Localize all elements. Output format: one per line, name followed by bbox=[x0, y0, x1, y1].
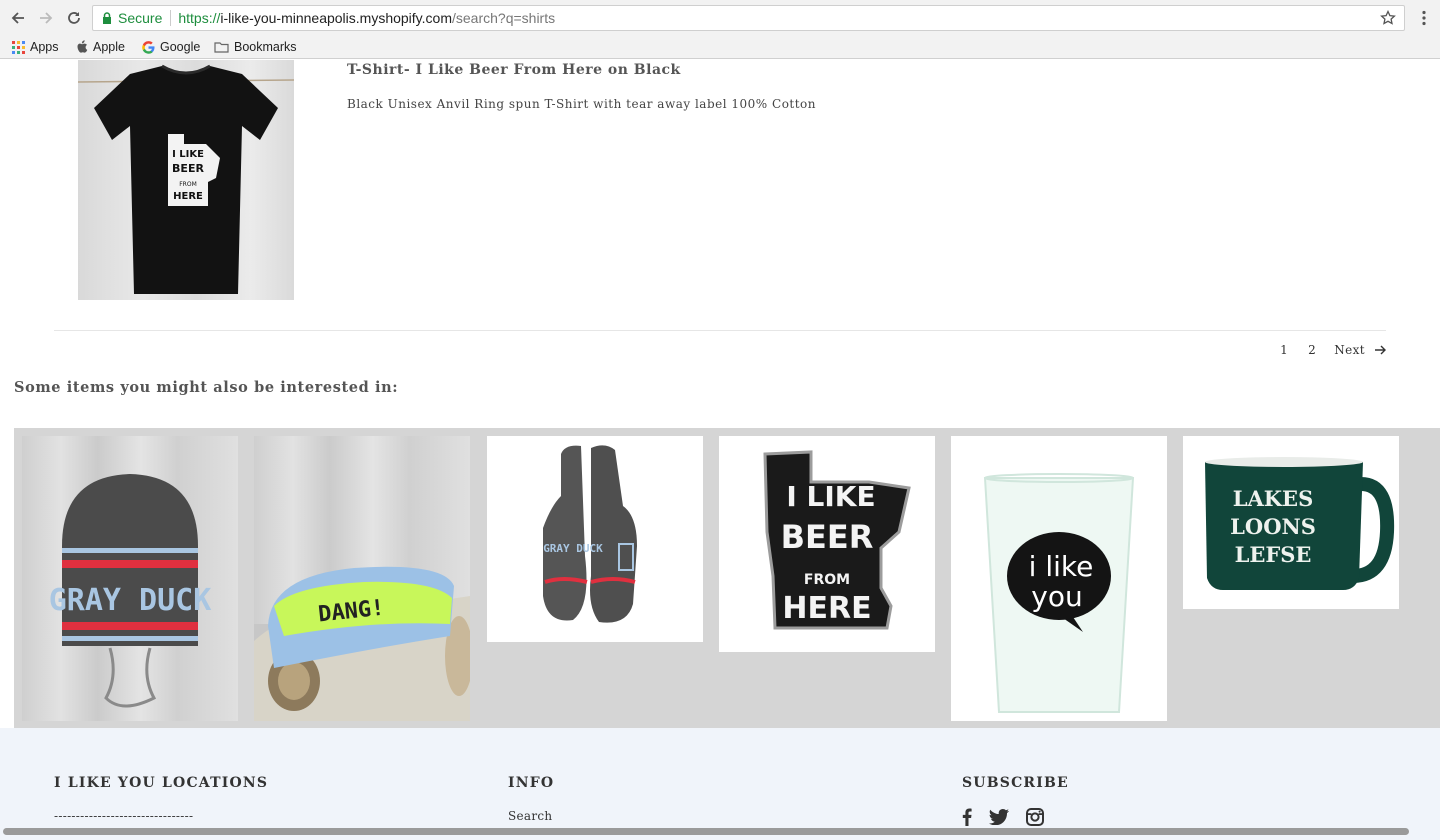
mittens-text: GRAY DUCK bbox=[543, 542, 603, 555]
shirt-text-line-2: BEER bbox=[172, 162, 204, 175]
horizontal-scrollbar[interactable] bbox=[3, 828, 1409, 835]
folder-icon bbox=[214, 42, 229, 53]
product-title-link[interactable]: T-Shirt- I Like Beer From Here on Black bbox=[347, 62, 681, 78]
reload-icon bbox=[68, 12, 80, 24]
site-footer: I LIKE YOU LOCATIONS -------------------… bbox=[0, 728, 1440, 840]
product-card-mug[interactable]: LAKES LOONS LEFSE bbox=[1183, 436, 1399, 609]
back-arrow-icon bbox=[11, 12, 24, 24]
mug-text-line-2: LOONS bbox=[1230, 514, 1316, 539]
arrow-right-icon bbox=[1375, 345, 1386, 355]
product-card-pint-glass[interactable]: i like you bbox=[951, 436, 1167, 721]
glass-text-line-1: i like bbox=[1029, 550, 1094, 583]
apple-logo-icon bbox=[77, 40, 88, 53]
lock-icon bbox=[102, 12, 112, 24]
recommendations-heading: Some items you might also be interested … bbox=[14, 379, 399, 396]
i-like-beer-patch-image: I LIKE BEER FROM HERE bbox=[763, 450, 911, 630]
bookmark-label: Apple bbox=[93, 40, 125, 54]
subscribe-heading: SUBSCRIBE bbox=[962, 775, 1069, 791]
bookmark-star-icon[interactable] bbox=[1380, 10, 1396, 26]
gray-duck-beanie-image: GRAY DUCK bbox=[49, 474, 212, 708]
browser-toolbar: Secure https://i-like-you-minneapolis.my… bbox=[0, 0, 1440, 36]
i-like-you-pint-glass-image: i like you bbox=[983, 473, 1135, 713]
footer-info: INFO Search bbox=[508, 775, 554, 823]
info-heading: INFO bbox=[508, 775, 555, 791]
bookmark-label: Bookmarks bbox=[234, 40, 297, 54]
bookmark-google[interactable]: Google bbox=[142, 39, 200, 55]
page-link-2[interactable]: 2 bbox=[1308, 343, 1316, 357]
product-description: Black Unisex Anvil Ring spun T-Shirt wit… bbox=[347, 97, 817, 111]
bookmark-apps[interactable]: Apps bbox=[12, 39, 59, 55]
patch-text-line-4: HERE bbox=[782, 591, 871, 626]
bookmarks-bar: Apps Apple Google Bookmarks bbox=[0, 36, 1440, 59]
address-bar[interactable]: Secure https://i-like-you-minneapolis.my… bbox=[92, 5, 1405, 31]
bookmark-apple[interactable]: Apple bbox=[76, 39, 125, 55]
url-path: /search?q=shirts bbox=[452, 10, 556, 26]
google-logo-icon bbox=[142, 40, 155, 54]
forward-arrow-icon bbox=[40, 12, 53, 24]
locations-divider: -------------------------------- bbox=[54, 809, 194, 823]
twitter-icon[interactable] bbox=[989, 809, 1009, 825]
page-link-1[interactable]: 1 bbox=[1280, 343, 1288, 357]
product-card-beanie[interactable]: GRAY DUCK bbox=[22, 436, 238, 721]
shirt-text-line-4: HERE bbox=[173, 191, 203, 202]
mug-text-line-1: LAKES bbox=[1233, 486, 1313, 511]
patch-text-line-2: BEER bbox=[781, 518, 874, 556]
shirt-text-line-1: I LIKE bbox=[172, 149, 204, 160]
mug-text-line-3: LEFSE bbox=[1235, 542, 1312, 567]
reload-button[interactable] bbox=[63, 7, 85, 29]
bookmark-folder[interactable]: Bookmarks bbox=[214, 39, 297, 55]
facebook-icon[interactable] bbox=[962, 808, 972, 826]
patch-text-line-3: FROM bbox=[804, 572, 850, 588]
patch-text-line-1: I LIKE bbox=[786, 480, 875, 513]
product-card-mittens[interactable]: GRAY DUCK bbox=[487, 436, 703, 642]
social-links bbox=[962, 808, 1069, 826]
product-card-patch[interactable]: I LIKE BEER FROM HERE bbox=[719, 436, 935, 652]
gray-duck-mittens-image: GRAY DUCK bbox=[543, 445, 637, 623]
apps-grid-icon bbox=[12, 40, 25, 54]
beanie-text: GRAY DUCK bbox=[49, 583, 212, 618]
dang-headband-image: DANG! bbox=[254, 566, 470, 721]
next-page-link[interactable]: Next bbox=[1334, 343, 1386, 357]
omnibox-separator bbox=[170, 10, 172, 26]
lakes-loons-lefse-mug-image: LAKES LOONS LEFSE bbox=[1205, 457, 1395, 590]
next-label: Next bbox=[1334, 343, 1365, 357]
forward-button[interactable] bbox=[35, 7, 57, 29]
url-host: i-like-you-minneapolis.myshopify.com bbox=[220, 10, 452, 26]
browser-menu-icon[interactable] bbox=[1414, 8, 1434, 28]
url-scheme: https:// bbox=[178, 10, 221, 26]
instagram-icon[interactable] bbox=[1026, 808, 1044, 826]
footer-subscribe: SUBSCRIBE bbox=[962, 775, 1069, 826]
black-tshirt-graphic: I LIKE BEER FROM HERE bbox=[78, 64, 294, 294]
locations-heading: I LIKE YOU LOCATIONS bbox=[54, 775, 269, 791]
recommendations-grid: GRAY DUCK DANG! GRAY DUCK I LIKE BEER FR… bbox=[14, 428, 1440, 728]
bookmark-label: Google bbox=[160, 40, 201, 54]
back-button[interactable] bbox=[7, 7, 29, 29]
product-card-headband[interactable]: DANG! bbox=[254, 436, 470, 721]
glass-text-line-2: you bbox=[1031, 580, 1082, 613]
secure-label: Secure bbox=[118, 10, 163, 26]
footer-search-link[interactable]: Search bbox=[508, 809, 554, 823]
results-divider bbox=[54, 330, 1386, 331]
footer-locations: I LIKE YOU LOCATIONS -------------------… bbox=[54, 775, 268, 823]
product-image-tshirt[interactable]: I LIKE BEER FROM HERE bbox=[78, 60, 294, 300]
bookmark-label: Apps bbox=[30, 40, 59, 54]
shirt-text-line-3: FROM bbox=[179, 181, 197, 188]
pagination: 1 2 Next bbox=[1260, 343, 1386, 357]
